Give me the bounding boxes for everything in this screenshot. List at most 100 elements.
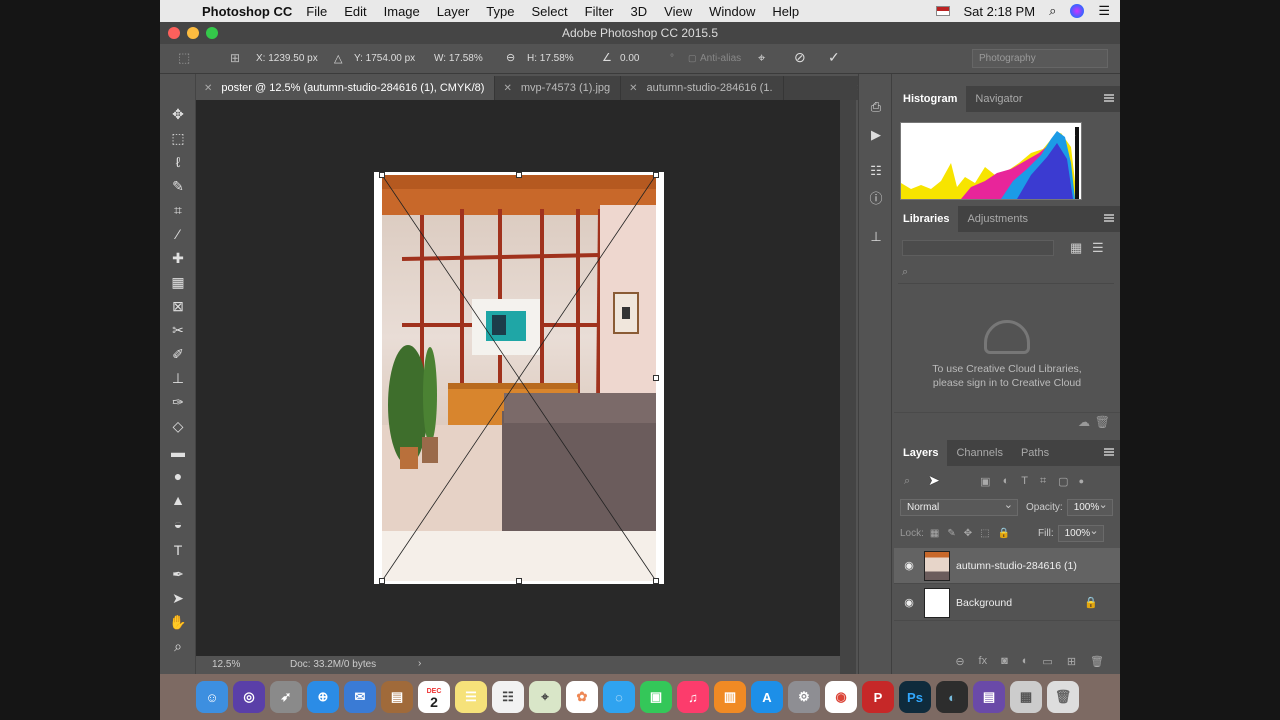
menu-view[interactable]: View bbox=[664, 4, 692, 19]
status-menu-arrow-icon[interactable]: › bbox=[418, 658, 421, 669]
layer-row-autumn-studio[interactable]: ◉ autumn-studio-284616 (1) bbox=[894, 548, 1120, 584]
menu-type[interactable]: Type bbox=[486, 4, 514, 19]
ibooks-icon[interactable]: ▥ bbox=[714, 681, 746, 713]
library-search[interactable]: ⌕ bbox=[898, 264, 1114, 284]
acrobat-icon[interactable]: P bbox=[862, 681, 894, 713]
downloads-stack-icon[interactable]: ▦ bbox=[1010, 681, 1042, 713]
menu-layer[interactable]: Layer bbox=[437, 4, 470, 19]
menu-edit[interactable]: Edit bbox=[344, 4, 366, 19]
workspace-switcher[interactable]: Photography bbox=[972, 49, 1108, 68]
lock-artboard-icon[interactable]: ⬚ bbox=[980, 528, 989, 539]
maps-icon[interactable]: ⌖ bbox=[529, 681, 561, 713]
width-field[interactable]: W: 17.58% bbox=[434, 53, 483, 64]
menu-window[interactable]: Window bbox=[709, 4, 755, 19]
quick-select-tool-icon[interactable]: ✎ bbox=[168, 176, 188, 196]
layer-mask-icon[interactable]: ◙ bbox=[1001, 655, 1008, 667]
tab-histogram[interactable]: Histogram bbox=[894, 86, 967, 112]
desktop-folder-icon[interactable]: ▤ bbox=[973, 681, 1005, 713]
itunes-icon[interactable]: ♫ bbox=[677, 681, 709, 713]
delete-layer-icon[interactable]: 🗑 bbox=[1090, 655, 1104, 668]
close-tab-icon[interactable]: ✕ bbox=[629, 83, 637, 94]
visibility-eye-icon[interactable]: ◉ bbox=[894, 559, 924, 572]
close-tab-icon[interactable]: ✕ bbox=[204, 83, 212, 94]
facetime-icon[interactable]: ▣ bbox=[640, 681, 672, 713]
input-source-flag-icon[interactable] bbox=[935, 6, 950, 16]
siri-icon[interactable] bbox=[1070, 4, 1085, 18]
lock-transparent-icon[interactable]: ▦ bbox=[930, 528, 939, 539]
crop-tool-icon[interactable]: ⌗ bbox=[168, 200, 188, 220]
library-selector[interactable] bbox=[902, 240, 1054, 256]
menu-3d[interactable]: 3D bbox=[631, 4, 648, 19]
app-store-icon[interactable]: A bbox=[751, 681, 783, 713]
actions-panel-icon[interactable]: ▶ bbox=[867, 126, 885, 144]
photos-icon[interactable]: ✿ bbox=[566, 681, 598, 713]
clone-stamp-tool-icon[interactable]: ⊥ bbox=[168, 368, 188, 388]
tab-adjustments[interactable]: Adjustments bbox=[958, 206, 1037, 232]
eyedropper-tool-icon[interactable]: ⁄ bbox=[168, 224, 188, 244]
new-layer-icon[interactable]: ⊞ bbox=[1067, 655, 1076, 668]
mail-icon[interactable]: ✉ bbox=[344, 681, 376, 713]
menu-filter[interactable]: Filter bbox=[585, 4, 614, 19]
window-zoom-button[interactable] bbox=[206, 27, 218, 39]
transform-handle[interactable] bbox=[379, 172, 385, 178]
sharpen-tool-icon[interactable]: ▲ bbox=[168, 490, 188, 510]
transform-handle[interactable] bbox=[516, 172, 522, 178]
move-tool-icon[interactable]: ✥ bbox=[168, 104, 188, 124]
gradient-tool-icon[interactable]: ▬ bbox=[168, 442, 188, 462]
dodge-tool-icon[interactable]: ◒ bbox=[168, 514, 188, 534]
cancel-transform-icon[interactable]: ⊘ bbox=[794, 49, 806, 66]
system-preferences-icon[interactable]: ⚙ bbox=[788, 681, 820, 713]
tool-preset-icon[interactable]: ⬚ bbox=[178, 50, 190, 66]
filter-adjustment-icon[interactable]: ◐ bbox=[1003, 475, 1010, 487]
blend-mode-select[interactable]: Normal bbox=[900, 498, 1018, 516]
grid-view-icon[interactable]: ▦ bbox=[1070, 240, 1082, 256]
pen-tool-icon[interactable]: ✒ bbox=[168, 564, 188, 584]
antialias-checkbox[interactable]: ▢ bbox=[688, 53, 697, 64]
info-panel-icon[interactable]: ⓘ bbox=[867, 190, 885, 208]
history-brush-tool-icon[interactable]: ✑ bbox=[168, 392, 188, 412]
tab-mvp[interactable]: ✕ mvp-74573 (1).jpg bbox=[495, 76, 622, 100]
tab-layers[interactable]: Layers bbox=[894, 440, 948, 466]
properties-panel-icon[interactable]: ☷ bbox=[867, 162, 885, 180]
canvas-area[interactable] bbox=[196, 100, 840, 656]
height-field[interactable]: H: 17.58% bbox=[527, 53, 574, 64]
lasso-tool-icon[interactable]: ℓ bbox=[168, 152, 188, 172]
filter-type-icon[interactable]: T bbox=[1021, 475, 1028, 487]
tab-poster[interactable]: ✕ poster @ 12.5% (autumn-studio-284616 (… bbox=[196, 76, 496, 100]
brush-tool-icon[interactable]: ✐ bbox=[168, 344, 188, 364]
x-field[interactable]: X: 1239.50 px bbox=[256, 53, 318, 64]
lock-position-icon[interactable]: ✥ bbox=[964, 528, 972, 539]
transform-handle[interactable] bbox=[516, 578, 522, 584]
quicktime-icon[interactable]: ◐ bbox=[936, 681, 968, 713]
filter-smart-object-icon[interactable]: ▢ bbox=[1058, 475, 1068, 488]
patch-tool-icon[interactable]: ▦ bbox=[168, 272, 188, 292]
panel-menu-icon[interactable] bbox=[1104, 448, 1114, 456]
layer-lock-icon[interactable]: 🔒 bbox=[1084, 596, 1098, 609]
siri-dock-icon[interactable]: ◎ bbox=[233, 681, 265, 713]
red-eye-tool-icon[interactable]: ✂ bbox=[168, 320, 188, 340]
tab-libraries[interactable]: Libraries bbox=[894, 206, 959, 232]
notes-icon[interactable]: ☰ bbox=[455, 681, 487, 713]
menu-image[interactable]: Image bbox=[384, 4, 420, 19]
app-menu[interactable]: Photoshop CC bbox=[202, 4, 292, 19]
transform-handle[interactable] bbox=[379, 578, 385, 584]
link-layers-icon[interactable]: ⊖ bbox=[955, 655, 964, 668]
finder-icon[interactable]: ☺ bbox=[196, 681, 228, 713]
placed-photo[interactable] bbox=[382, 175, 656, 581]
visibility-eye-icon[interactable]: ◉ bbox=[894, 596, 924, 609]
canvas-scrollbar[interactable] bbox=[840, 100, 856, 674]
filter-shape-icon[interactable]: ⌗ bbox=[1040, 475, 1046, 488]
new-group-icon[interactable]: ▭ bbox=[1042, 655, 1052, 668]
blur-tool-icon[interactable]: ● bbox=[168, 466, 188, 486]
tab-autumn-studio[interactable]: ✕ autumn-studio-284616 (1. bbox=[621, 76, 784, 100]
eraser-tool-icon[interactable]: ◇ bbox=[168, 416, 188, 436]
tab-paths[interactable]: Paths bbox=[1012, 440, 1058, 466]
warp-icon[interactable]: ⌖ bbox=[758, 50, 765, 66]
lock-all-icon[interactable]: 🔒 bbox=[998, 528, 1010, 539]
layer-style-icon[interactable]: fx bbox=[979, 655, 988, 667]
photoshop-dock-icon[interactable]: Ps bbox=[899, 681, 931, 713]
clone-source-panel-icon[interactable]: ⊥ bbox=[867, 228, 885, 246]
tab-channels[interactable]: Channels bbox=[947, 440, 1011, 466]
trash-icon[interactable]: 🗑 bbox=[1095, 415, 1110, 429]
safari-icon[interactable]: ⊕ bbox=[307, 681, 339, 713]
